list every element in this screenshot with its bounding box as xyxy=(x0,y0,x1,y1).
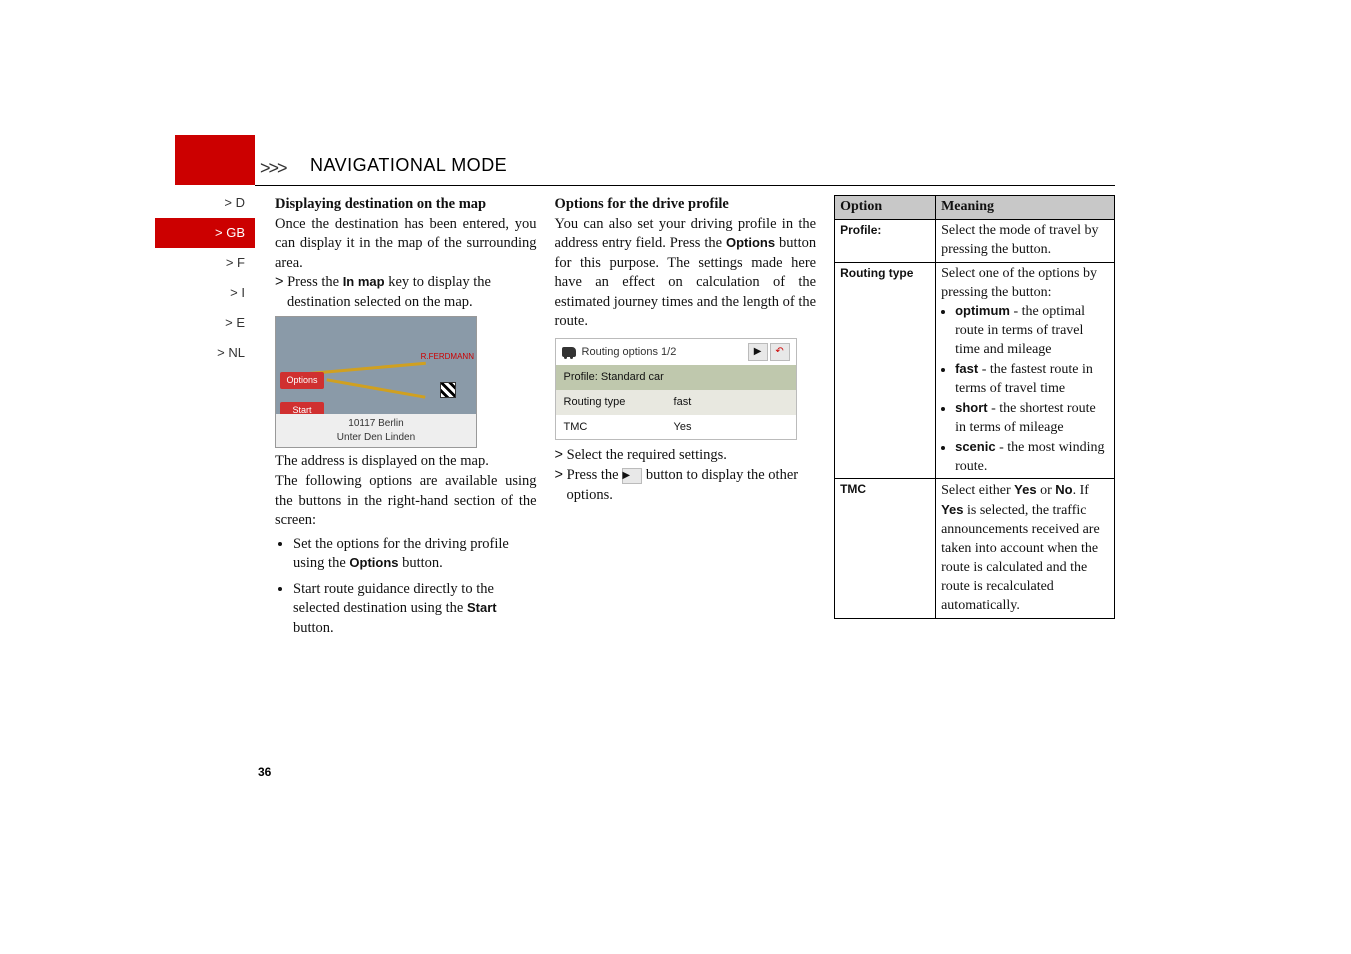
tmc-text-b: . If xyxy=(1073,483,1089,498)
header-red-block xyxy=(175,135,255,185)
cell-tmc-key: TMC xyxy=(835,479,936,618)
language-sidebar: > D > GB > F > I > E > NL xyxy=(155,188,255,368)
column-2: Options for the drive profile You can al… xyxy=(555,195,817,644)
col1-b2-b: button. xyxy=(293,620,334,636)
col1-b2-a: Start route guidance directly to the sel… xyxy=(293,581,494,617)
routing-opt-fast: fast - the fastest route in terms of tra… xyxy=(955,360,1109,399)
routing-type-intro: Select one of the options by pressing th… xyxy=(941,266,1097,300)
options-table-header-row: Option Meaning xyxy=(835,196,1115,220)
map-address-line1: 10117 Berlin xyxy=(276,417,476,431)
col1-step1-text-a: Press the xyxy=(287,274,343,290)
col1-bullet-list: Set the options for the driving profile … xyxy=(275,535,537,639)
tmc-value: Yes xyxy=(674,420,692,435)
opt-optimum-key: optimum xyxy=(955,303,1010,318)
step-arrow-icon: > xyxy=(275,274,283,290)
step-arrow-icon: > xyxy=(555,467,563,483)
options-row-routing-type: Routing type Select one of the options b… xyxy=(835,262,1115,479)
options-row-tmc: TMC Select either Yes or No. If Yes is s… xyxy=(835,479,1115,618)
routing-panel-title: Routing options 1/2 xyxy=(582,345,746,360)
col1-bullet-1: Set the options for the driving profile … xyxy=(293,535,537,574)
options-table: Option Meaning Profile: Select the mode … xyxy=(834,195,1115,619)
map-road-line xyxy=(306,362,426,375)
cell-profile-key: Profile: xyxy=(835,219,936,262)
col1-para-1: Once the destination has been entered, y… xyxy=(275,215,537,274)
column-3: Option Meaning Profile: Select the mode … xyxy=(834,195,1115,644)
tmc-text-a: Select either xyxy=(941,483,1014,498)
tmc-label: TMC xyxy=(564,420,674,435)
sidebar-item-gb[interactable]: > GB xyxy=(155,218,255,248)
in-map-key-label: In map xyxy=(343,274,385,289)
cell-tmc-meaning: Select either Yes or No. If Yes is selec… xyxy=(936,479,1115,618)
destination-flag-icon xyxy=(440,382,456,398)
col1-bullet-2: Start route guidance directly to the sel… xyxy=(293,580,537,639)
routing-type-row[interactable]: Routing type fast xyxy=(556,390,796,415)
options-key-label: Options xyxy=(349,555,398,570)
map-address-line2: Unter Den Linden xyxy=(276,431,476,445)
sidebar-item-i[interactable]: > I xyxy=(155,278,255,308)
section-title: NAVIGATIONAL MODE xyxy=(310,155,507,176)
col1-b1-b: button. xyxy=(399,555,443,571)
routing-type-label: Routing type xyxy=(564,395,674,410)
col2-para-1: You can also set your driving profile in… xyxy=(555,215,817,332)
opt-fast-key: fast xyxy=(955,361,978,376)
col1-para-3: The following options are available usin… xyxy=(275,472,537,531)
tmc-no: No xyxy=(1055,482,1072,497)
map-street-label: R.FERDMANN xyxy=(421,352,474,363)
car-icon xyxy=(562,347,576,357)
header-rule xyxy=(255,185,1115,186)
column-1: Displaying destination on the map Once t… xyxy=(275,195,537,644)
routing-opt-scenic: scenic - the most winding route. xyxy=(955,438,1109,477)
map-screenshot: R.FERDMANN Options Start 10117 Berlin Un… xyxy=(275,316,477,448)
tmc-yes: Yes xyxy=(1014,482,1036,497)
col1-heading: Displaying destination on the map xyxy=(275,195,537,215)
col2-step1-text: Select the required settings. xyxy=(567,447,727,463)
tmc-or: or xyxy=(1037,483,1056,498)
opt-short-key: short xyxy=(955,400,988,415)
col2-step2-a: Press the xyxy=(567,467,623,483)
next-page-inline-button[interactable]: ▶ xyxy=(622,468,642,484)
col1-para-2: The address is displayed on the map. xyxy=(275,452,537,472)
cell-routing-type-meaning: Select one of the options by pressing th… xyxy=(936,262,1115,479)
back-button[interactable]: ↶ xyxy=(770,343,790,361)
cell-routing-type-key: Routing type xyxy=(835,262,936,479)
routing-options-panel: Routing options 1/2 ▶ ↶ Profile: Standar… xyxy=(555,338,797,441)
header-arrows-icon: >>> xyxy=(260,158,286,179)
sidebar-item-f[interactable]: > F xyxy=(155,248,255,278)
profile-row-text: Profile: Standard car xyxy=(564,370,664,385)
step-arrow-icon: > xyxy=(555,447,563,463)
options-th-option: Option xyxy=(835,196,936,220)
next-page-button[interactable]: ▶ xyxy=(748,343,768,361)
map-address-strip: 10117 Berlin Unter Den Linden xyxy=(276,414,476,447)
sidebar-item-d[interactable]: > D xyxy=(155,188,255,218)
options-row-profile: Profile: Select the mode of travel by pr… xyxy=(835,219,1115,262)
cell-profile-meaning: Select the mode of travel by pressing th… xyxy=(936,219,1115,262)
routing-opt-short: short - the shortest route in terms of m… xyxy=(955,399,1109,438)
tmc-text-c: is selected, the traffic announcements r… xyxy=(941,503,1100,612)
tmc-yes-2: Yes xyxy=(941,502,963,517)
routing-opt-optimum: optimum - the optimal route in terms of … xyxy=(955,302,1109,360)
options-key-label-2: Options xyxy=(726,235,775,250)
sidebar-item-e[interactable]: > E xyxy=(155,308,255,338)
routing-type-options-list: optimum - the optimal route in terms of … xyxy=(941,302,1109,476)
profile-row[interactable]: Profile: Standard car xyxy=(556,365,796,390)
routing-type-value: fast xyxy=(674,395,692,410)
page-number: 36 xyxy=(258,765,271,779)
routing-panel-header: Routing options 1/2 ▶ ↶ xyxy=(556,339,796,365)
tmc-row[interactable]: TMC Yes xyxy=(556,415,796,440)
sidebar-item-nl[interactable]: > NL xyxy=(155,338,255,368)
options-th-meaning: Meaning xyxy=(936,196,1115,220)
map-options-button[interactable]: Options xyxy=(280,372,324,388)
page-content: Displaying destination on the map Once t… xyxy=(275,195,1115,644)
start-key-label: Start xyxy=(467,600,497,615)
map-road-line xyxy=(326,379,425,399)
col2-step-1: > Select the required settings. xyxy=(555,446,817,466)
col1-step-1: > Press the In map key to display the de… xyxy=(275,273,537,312)
col2-heading: Options for the drive profile xyxy=(555,195,817,215)
col2-step-2: > Press the ▶ button to display the othe… xyxy=(555,466,817,505)
opt-scenic-key: scenic xyxy=(955,439,995,454)
